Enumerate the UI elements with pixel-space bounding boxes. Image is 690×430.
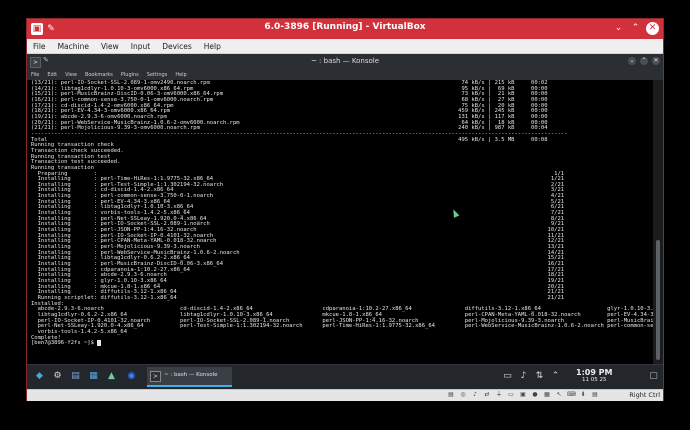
mouse-integration-icon[interactable]: ↖: [555, 391, 563, 399]
menu-input[interactable]: Input: [131, 39, 150, 53]
terminal-line: Running scriptlet: diffutils-3.12-1.x86_…: [31, 294, 565, 301]
app-launcher-icon[interactable]: ◆: [33, 370, 46, 383]
konsole-menu-edit[interactable]: Edit: [47, 70, 57, 80]
display-icon[interactable]: ▣: [519, 391, 527, 399]
show-desktop-icon[interactable]: ▢: [647, 370, 660, 383]
konsole-maximize-icon[interactable]: ⌃: [640, 57, 648, 65]
konsole-task-icon: >: [150, 371, 161, 382]
keyboard-icon[interactable]: ⌨: [567, 391, 576, 399]
host-key-label: Right Ctrl: [629, 391, 660, 399]
konsole-menu-settings[interactable]: Settings: [147, 70, 168, 80]
konsole-menu-plugins[interactable]: Plugins: [121, 70, 139, 80]
network-adapter-icon[interactable]: ⇄: [483, 391, 491, 399]
store-icon[interactable]: ▤: [69, 370, 82, 383]
konsole-title: ~ : bash — Konsole: [310, 57, 380, 65]
video-capture-icon[interactable]: ●: [531, 391, 539, 399]
hard-disk-icon[interactable]: ▤: [447, 391, 455, 399]
system-monitor-icon[interactable]: ▲: [105, 370, 118, 383]
vbox-titlebar[interactable]: ▣ ✎ 6.0-3896 [Running] - VirtualBox ⌄ ⌃ …: [27, 19, 663, 39]
system-settings-icon[interactable]: ⚙: [51, 370, 64, 383]
taskbar-clock[interactable]: 1:09 PM 11 05 25: [576, 368, 613, 383]
konsole-minimize-icon[interactable]: ⌄: [628, 57, 636, 65]
terminal-cursor: [97, 340, 101, 347]
guest-taskbar: ◆ ⚙ ▤ ▦ ▲ ◉ > ~ : bash — Konsole ▭ ♪ ⇅ ⌃…: [27, 364, 663, 389]
window-title: 6.0-3896 [Running] - VirtualBox: [264, 22, 426, 32]
network-icon[interactable]: ⇅: [533, 370, 546, 383]
vbox-menubar: File Machine View Input Devices Help: [27, 39, 663, 54]
menu-devices[interactable]: Devices: [162, 39, 192, 53]
virtualbox-window: ▣ ✎ 6.0-3896 [Running] - VirtualBox ⌄ ⌃ …: [26, 18, 664, 401]
konsole-close-icon[interactable]: ✕: [652, 57, 660, 65]
menu-view[interactable]: View: [101, 39, 119, 53]
terminal-line: [ben7@3896-f2fs ~]$: [31, 340, 653, 347]
minimize-icon[interactable]: ⌄: [612, 22, 625, 35]
terminal-output[interactable]: (13/21): perl-IO-Socket-SSL-2.089-1-omv2…: [27, 80, 653, 364]
taskbar-konsole-task[interactable]: > ~ : bash — Konsole: [147, 367, 232, 387]
keyboard-capture-icon[interactable]: ▤: [591, 391, 599, 399]
taskbar-task-label: ~ : bash — Konsole: [164, 372, 218, 378]
usb-icon[interactable]: ⏚: [495, 391, 503, 399]
cpu-icon[interactable]: ▦: [543, 391, 551, 399]
vbox-statusbar: ▤ ◎ ♪ ⇄ ⏚ ▭ ▣ ● ▦ ↖ ⌨ ⬇ ▤ Right Ctrl: [27, 389, 663, 401]
konsole-menu-file[interactable]: File: [31, 70, 39, 80]
menu-help[interactable]: Help: [204, 39, 221, 53]
menu-file[interactable]: File: [33, 39, 46, 53]
system-tray-expand-icon[interactable]: ⌃: [549, 370, 562, 383]
maximize-icon[interactable]: ⌃: [629, 22, 642, 35]
shared-folders-icon[interactable]: ▭: [507, 391, 515, 399]
browser-icon[interactable]: ◉: [125, 370, 138, 383]
guest-screen[interactable]: > ✎ ~ : bash — Konsole ⌄ ⌃ ✕ File Edit V…: [27, 54, 663, 389]
konsole-menu-bookmarks[interactable]: Bookmarks: [85, 70, 113, 80]
clock-time: 1:09 PM: [576, 368, 613, 377]
menu-machine[interactable]: Machine: [58, 39, 89, 53]
close-icon[interactable]: ✕: [646, 22, 659, 35]
file-manager-icon[interactable]: ▦: [87, 370, 100, 383]
konsole-titlebar[interactable]: > ✎ ~ : bash — Konsole ⌄ ⌃ ✕: [27, 54, 663, 71]
konsole-menu-view[interactable]: View: [65, 70, 77, 80]
terminal-scrollbar[interactable]: [653, 80, 663, 364]
arrow-down-icon[interactable]: ⬇: [579, 391, 587, 399]
scrollbar-thumb[interactable]: [656, 240, 660, 360]
clock-date: 11 05 25: [582, 377, 607, 383]
konsole-menu-help[interactable]: Help: [175, 70, 186, 80]
clipboard-icon[interactable]: ▭: [501, 370, 514, 383]
volume-icon[interactable]: ♪: [517, 370, 530, 383]
konsole-menubar: File Edit View Bookmarks Plugins Setting…: [27, 70, 663, 80]
audio-icon[interactable]: ♪: [471, 391, 479, 399]
optical-drive-icon[interactable]: ◎: [459, 391, 467, 399]
